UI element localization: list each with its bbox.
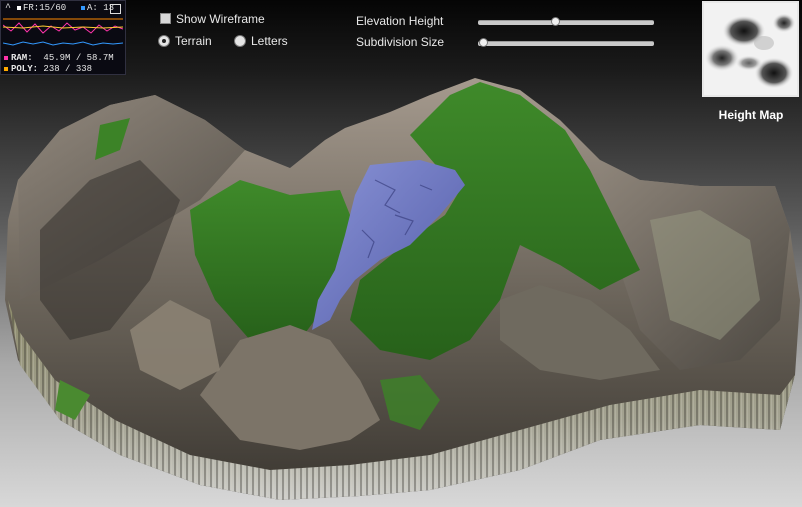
ram-label: RAM:: [11, 53, 33, 63]
poly-readout: POLY: 238 / 338: [4, 64, 92, 74]
poly-color-swatch: [4, 66, 8, 71]
a-color-swatch: [81, 5, 85, 10]
elevation-height-label: Elevation Height: [356, 14, 444, 28]
letters-radio[interactable]: [234, 35, 246, 47]
ram-color-swatch: [4, 55, 8, 60]
terrain-radio-label[interactable]: Terrain: [175, 34, 212, 48]
ram-readout: RAM: 45.9M / 58.7M: [4, 53, 114, 63]
terrain-viewport[interactable]: [0, 0, 802, 507]
minimize-icon[interactable]: [110, 4, 121, 14]
fr-color-swatch: [17, 5, 21, 10]
terrain-radio[interactable]: [158, 35, 170, 47]
letters-radio-label[interactable]: Letters: [251, 34, 288, 48]
height-map-caption: Height Map: [718, 108, 784, 122]
subdivision-size-label: Subdivision Size: [356, 35, 445, 49]
stats-graph: [3, 18, 123, 46]
height-map-preview: [704, 3, 797, 95]
framerate-label: FR:15/60: [23, 3, 67, 13]
height-map-image[interactable]: [702, 1, 799, 97]
poly-label: POLY:: [11, 64, 39, 74]
collapse-arrow-icon[interactable]: ^: [5, 3, 11, 14]
performance-stats-panel: ^ FR:15/60 A: 13 RAM: 45.9M / 58.7M POLY…: [0, 0, 126, 75]
ram-value: 45.9M / 58.7M: [43, 53, 114, 63]
subdivision-slider-thumb[interactable]: [479, 38, 489, 47]
show-wireframe-checkbox[interactable]: [160, 13, 171, 24]
show-wireframe-label[interactable]: Show Wireframe: [176, 12, 265, 26]
subdivision-size-slider[interactable]: [478, 38, 654, 47]
poly-value: 238 / 338: [43, 64, 93, 74]
elevation-height-slider[interactable]: [478, 17, 654, 26]
elevation-slider-thumb[interactable]: [551, 17, 561, 26]
